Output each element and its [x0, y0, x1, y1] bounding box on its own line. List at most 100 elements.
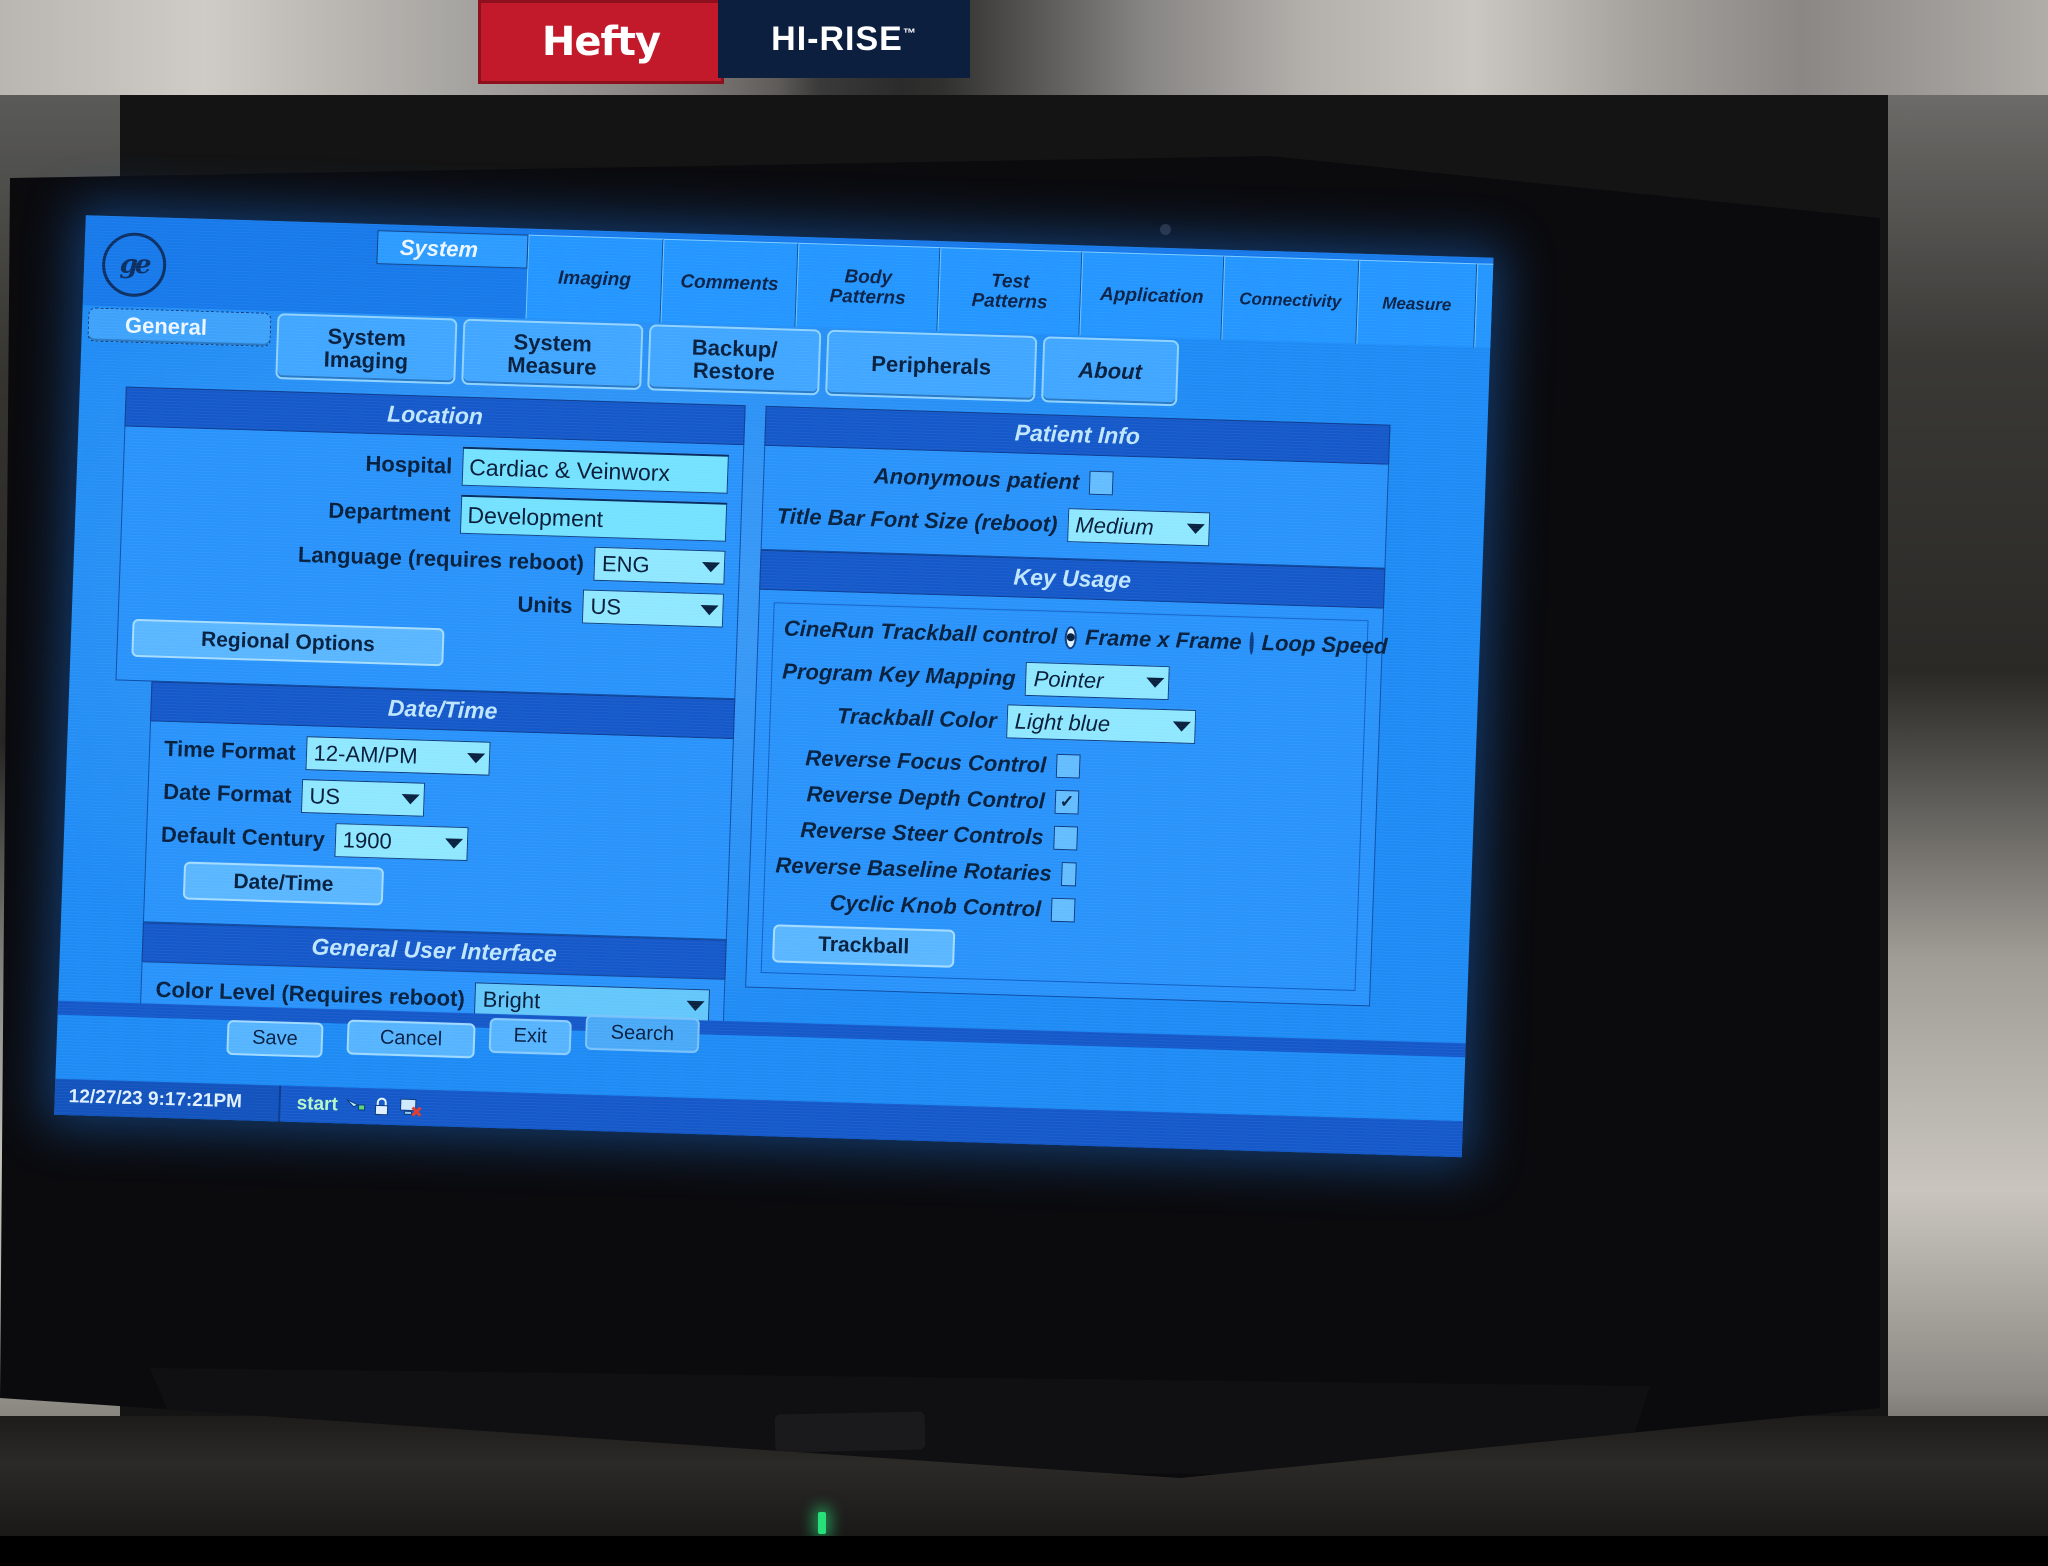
tab-admin[interactable]: Admin: [1474, 263, 1493, 350]
cancel-button[interactable]: Cancel: [346, 1020, 475, 1059]
cyclic-knob-label: Cyclic Knob Control: [829, 890, 1041, 922]
default-century-row: Default Century 1900: [160, 818, 715, 869]
tab-application-label: Application: [1100, 284, 1204, 307]
tab-body-patterns[interactable]: Body Patterns: [795, 243, 940, 331]
reverse-focus-checkbox[interactable]: [1056, 754, 1081, 779]
tab-imaging[interactable]: Imaging: [526, 235, 664, 323]
title-bar-font-row: Title Bar Font Size (reboot) Medium: [776, 499, 1372, 551]
hospital-input[interactable]: Cardiac & Veinworx: [462, 447, 729, 494]
department-input[interactable]: Development: [460, 495, 727, 542]
trackball-color-row: Trackball Color Light blue: [780, 697, 1354, 748]
datetime-panel-body: Time Format 12-AM/PM Date Format US: [143, 721, 734, 940]
date-format-row: Date Format US: [162, 775, 717, 826]
subtab-general[interactable]: General: [87, 307, 271, 347]
reverse-depth-checkbox[interactable]: ✓: [1054, 790, 1079, 815]
anonymous-patient-checkbox[interactable]: [1089, 471, 1114, 496]
date-format-select[interactable]: US: [301, 779, 425, 817]
subtab-system-imaging-line2: Imaging: [323, 348, 408, 374]
tab-body-patterns-line1: Body: [844, 267, 892, 288]
save-button[interactable]: Save: [226, 1020, 323, 1058]
date-format-value: US: [309, 783, 340, 810]
subtab-backup-restore-line2: Restore: [692, 359, 775, 385]
cinerun-loop-radio[interactable]: [1249, 631, 1254, 654]
tab-connectivity-label: Connectivity: [1239, 290, 1342, 311]
units-value: US: [590, 594, 621, 621]
ge-logo-text: ge: [119, 249, 149, 280]
title-bar-font-label: Title Bar Font Size (reboot): [776, 503, 1058, 537]
reverse-baseline-checkbox[interactable]: [1061, 862, 1076, 886]
units-label: Units: [517, 591, 573, 619]
units-row: Units US: [133, 576, 724, 628]
tab-application[interactable]: Application: [1079, 251, 1224, 339]
network-icon[interactable]: [345, 1096, 368, 1117]
chevron-down-icon: [686, 1001, 704, 1012]
subtab-system-imaging[interactable]: System Imaging: [275, 313, 457, 384]
location-panel-body: Hospital Cardiac & Veinworx Department D…: [115, 427, 744, 700]
cinerun-row: CineRun Trackball control Frame x Frame …: [783, 612, 1357, 663]
program-key-mapping-select[interactable]: Pointer: [1025, 662, 1170, 700]
chevron-down-icon: [466, 753, 484, 764]
anonymous-patient-label: Anonymous patient: [873, 463, 1079, 495]
tab-comments[interactable]: Comments: [661, 239, 799, 327]
tab-comments-label: Comments: [680, 272, 779, 295]
program-key-mapping-row: Program Key Mapping Pointer: [782, 655, 1356, 706]
tab-test-patterns[interactable]: Test Patterns: [937, 247, 1082, 335]
location-panel: Location Hospital Cardiac & Veinworx Dep…: [115, 387, 745, 700]
tab-measure[interactable]: Measure: [1356, 260, 1477, 348]
language-select[interactable]: ENG: [593, 547, 725, 585]
trackball-color-value: Light blue: [1014, 709, 1110, 738]
right-column: Patient Info Anonymous patient Title Bar…: [745, 406, 1390, 1007]
language-value: ENG: [601, 551, 650, 578]
program-key-mapping-label: Program Key Mapping: [782, 659, 1016, 692]
time-format-value: 12-AM/PM: [313, 740, 418, 769]
subtab-system-measure[interactable]: System Measure: [461, 319, 643, 390]
trackball-color-label: Trackball Color: [837, 703, 998, 734]
trackball-color-select[interactable]: Light blue: [1006, 704, 1196, 744]
reverse-focus-label: Reverse Focus Control: [805, 745, 1047, 778]
chevron-down-icon: [700, 605, 718, 616]
time-format-label: Time Format: [164, 736, 297, 766]
display-icon[interactable]: [399, 1097, 422, 1118]
subtab-peripherals-label: Peripherals: [871, 353, 992, 380]
subtab-about[interactable]: About: [1041, 336, 1179, 406]
tab-imaging-label: Imaging: [558, 268, 632, 290]
tab-system[interactable]: System: [376, 230, 528, 269]
default-century-value: 1900: [342, 827, 392, 854]
cinerun-frame-radio[interactable]: [1065, 626, 1078, 649]
subtab-backup-restore[interactable]: Backup/ Restore: [647, 324, 821, 395]
trackball-button[interactable]: Trackball: [772, 924, 955, 967]
start-button[interactable]: start: [288, 1093, 346, 1117]
time-format-select[interactable]: 12-AM/PM: [305, 736, 490, 776]
datetime-button[interactable]: Date/Time: [183, 862, 384, 906]
units-select[interactable]: US: [582, 589, 724, 627]
datetime-button-row: Date/Time: [159, 861, 714, 916]
tab-test-patterns-line1: Test: [991, 271, 1030, 292]
tab-connectivity[interactable]: Connectivity: [1221, 256, 1359, 344]
subtab-peripherals[interactable]: Peripherals: [825, 330, 1037, 402]
datetime-panel: Date/Time Time Format 12-AM/PM Date Form…: [143, 681, 735, 939]
lock-icon[interactable]: [372, 1096, 395, 1117]
cinerun-label: CineRun Trackball control: [783, 616, 1057, 650]
reverse-steer-checkbox[interactable]: [1053, 826, 1078, 851]
ge-logo-icon: ge: [101, 232, 167, 298]
subtab-system-measure-line2: Measure: [507, 353, 597, 379]
search-button[interactable]: Search: [585, 1015, 700, 1053]
patient-info-panel: Patient Info Anonymous patient Title Bar…: [761, 406, 1391, 569]
language-row: Language (requires reboot) ENG: [134, 533, 725, 585]
chevron-down-icon: [1186, 524, 1204, 535]
subtab-about-label: About: [1078, 359, 1142, 384]
date-format-label: Date Format: [163, 779, 292, 809]
tab-measure-label: Measure: [1382, 294, 1452, 314]
department-row: Department Development: [136, 485, 727, 542]
regional-options-row: Regional Options: [131, 619, 722, 675]
patient-info-panel-body: Anonymous patient Title Bar Font Size (r…: [761, 446, 1389, 569]
chevron-down-icon: [702, 562, 720, 573]
taskbar-timestamp: 12/27/23 9:17:21PM: [54, 1086, 279, 1115]
default-century-select[interactable]: 1900: [334, 823, 469, 861]
title-bar-font-select[interactable]: Medium: [1067, 508, 1210, 546]
regional-options-button[interactable]: Regional Options: [131, 619, 444, 666]
exit-button[interactable]: Exit: [489, 1018, 572, 1055]
cyclic-knob-checkbox[interactable]: [1051, 898, 1076, 923]
time-format-row: Time Format 12-AM/PM: [163, 732, 718, 783]
tab-body-patterns-line2: Patterns: [829, 286, 906, 308]
